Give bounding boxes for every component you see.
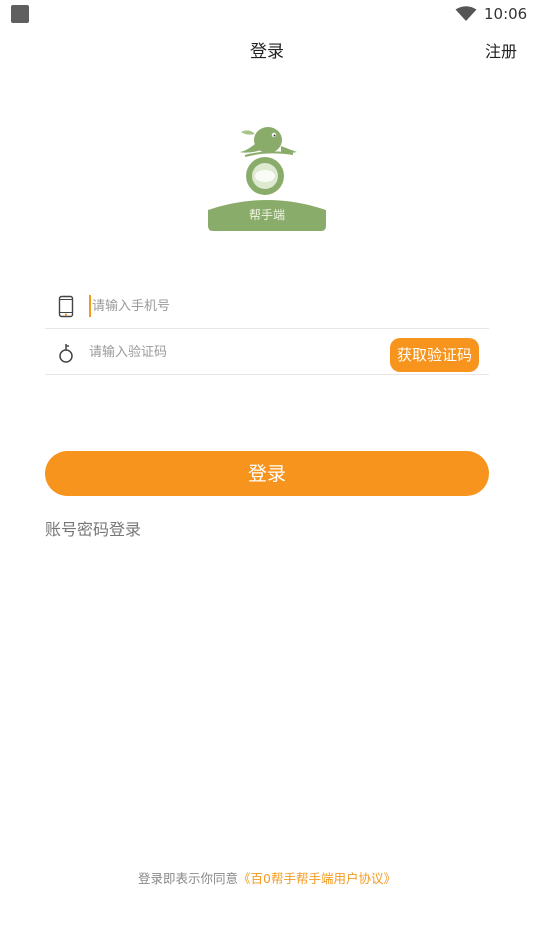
status-time: 10:06 <box>484 5 528 23</box>
wifi-icon <box>455 6 477 21</box>
get-code-button[interactable]: 获取验证码 <box>389 338 479 372</box>
login-button[interactable]: 登录 <box>45 451 489 496</box>
phone-row <box>45 282 489 329</box>
phone-input[interactable] <box>89 295 372 317</box>
page-title: 登录 <box>250 42 284 62</box>
agreement-text: 登录即表示你同意《百0帮手帮手端用户协议》 <box>0 869 534 889</box>
agreement-link[interactable]: 《百0帮手帮手端用户协议》 <box>238 871 396 886</box>
key-icon <box>59 344 73 363</box>
register-button[interactable]: 注册 <box>485 40 517 64</box>
agreement-prefix: 登录即表示你同意 <box>138 871 239 886</box>
app-logo: 帮手端 <box>208 127 326 231</box>
code-input[interactable] <box>89 341 369 363</box>
password-login-link[interactable]: 账号密码登录 <box>45 518 141 542</box>
code-row: 获取验证码 <box>45 328 489 375</box>
svg-text:帮手端: 帮手端 <box>249 208 285 222</box>
notification-icon <box>11 5 29 23</box>
phone-icon <box>58 295 74 318</box>
